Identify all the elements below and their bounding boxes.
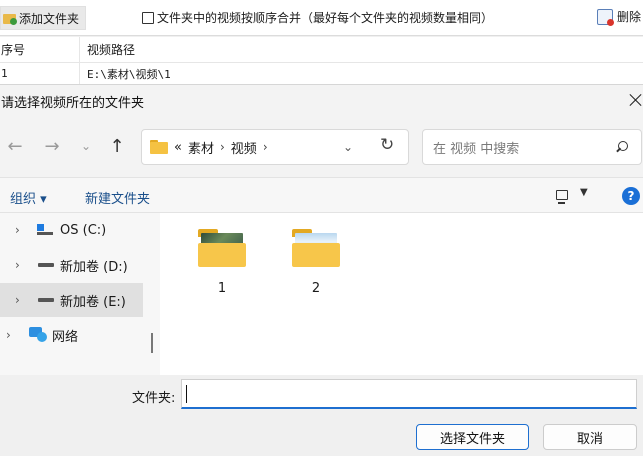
tree-item-label: 新加卷 (D:) <box>60 259 128 275</box>
folder-add-icon <box>3 11 17 25</box>
add-folder-label: 添加文件夹 <box>19 11 80 26</box>
breadcrumb-segment-2[interactable]: 视频 <box>231 138 257 157</box>
folder-name: 2 <box>311 281 321 296</box>
tree-item-drive-e[interactable]: › 新加卷 (E:) <box>0 283 143 317</box>
folder-picker-dialog: 请选择视频所在的文件夹 ← → ⌄ ↑ « 素材 › 视频 › ⌄ ↻ 在 视频… <box>0 84 643 456</box>
merge-checkbox[interactable] <box>142 11 154 24</box>
video-table: 序号 视频路径 1 E:\素材\视频\1 <box>0 37 643 84</box>
text-caret <box>186 385 187 403</box>
command-bar: 组织 ▾ 新建文件夹 ▼ ? <box>0 177 643 213</box>
merge-option[interactable]: 文件夹中的视频按顺序合并（最好每个文件夹的视频数量相同） <box>142 9 493 26</box>
recent-locations-chevron-icon[interactable]: ⌄ <box>75 135 97 157</box>
merge-checkbox-label: 文件夹中的视频按顺序合并（最好每个文件夹的视频数量相同） <box>157 11 494 25</box>
up-arrow-icon[interactable]: ↑ <box>106 135 128 157</box>
os-drive-icon <box>37 224 53 236</box>
folder-icon <box>150 140 168 154</box>
breadcrumb-overflow[interactable]: « <box>174 140 182 155</box>
navigation-pane: › OS (C:) › 新加卷 (D:) › 新加卷 (E:) › 网络 <box>0 213 160 375</box>
select-folder-button[interactable]: 选择文件夹 <box>416 424 529 450</box>
tree-item-label: 新加卷 (E:) <box>60 294 126 310</box>
folder-thumbnail-icon <box>198 229 246 267</box>
folder-item[interactable]: 2 <box>286 229 346 299</box>
table-header: 序号 视频路径 <box>0 37 643 63</box>
drive-icon <box>38 263 54 267</box>
add-folder-button[interactable]: 添加文件夹 <box>0 6 86 30</box>
search-input[interactable]: 在 视频 中搜索 <box>433 138 519 157</box>
breadcrumb-separator[interactable]: › <box>263 140 268 154</box>
expand-chevron-icon[interactable]: › <box>15 293 20 307</box>
help-icon[interactable]: ? <box>622 187 640 205</box>
view-options-caret-icon[interactable]: ▼ <box>580 187 588 198</box>
breadcrumb-segment-1[interactable]: 素材 <box>188 138 214 157</box>
tree-item-label: OS (C:) <box>60 222 107 238</box>
row-path: E:\素材\视频\1 <box>87 67 171 81</box>
delete-label: 删除 <box>617 10 642 24</box>
expand-chevron-icon[interactable]: › <box>6 328 11 342</box>
address-dropdown-chevron-icon[interactable]: ⌄ <box>343 140 353 154</box>
address-bar[interactable]: « 素材 › 视频 › <box>141 129 409 165</box>
organize-menu[interactable]: 组织 ▾ <box>10 188 47 207</box>
folder-name: 1 <box>217 281 227 296</box>
folder-content-pane: 1 2 <box>160 213 643 375</box>
expand-chevron-icon[interactable]: › <box>15 223 20 237</box>
tree-item-os-c[interactable]: › OS (C:) <box>0 213 143 247</box>
table-row[interactable]: 1 E:\素材\视频\1 <box>0 63 643 84</box>
dialog-title-bar: 请选择视频所在的文件夹 <box>0 85 643 117</box>
view-options-icon[interactable] <box>556 190 568 204</box>
tree-item-label: 网络 <box>52 329 79 345</box>
column-header-path[interactable]: 视频路径 <box>87 37 135 62</box>
column-header-index[interactable]: 序号 <box>0 37 80 62</box>
app-toolbar: 添加文件夹 文件夹中的视频按顺序合并（最好每个文件夹的视频数量相同） 删除 <box>0 0 643 36</box>
refresh-icon[interactable]: ↻ <box>380 135 394 155</box>
tree-item-drive-d[interactable]: › 新加卷 (D:) <box>0 248 143 282</box>
row-index: 1 <box>0 63 80 84</box>
delete-button[interactable]: 删除 <box>597 8 642 26</box>
nav-pane-scrollbar[interactable] <box>151 333 153 353</box>
breadcrumb-separator[interactable]: › <box>220 140 225 154</box>
forward-arrow-icon[interactable]: → <box>41 135 63 157</box>
search-icon[interactable] <box>615 141 628 153</box>
network-icon <box>29 327 47 343</box>
close-icon[interactable] <box>629 93 643 107</box>
folder-item[interactable]: 1 <box>192 229 252 299</box>
tree-item-network[interactable]: › 网络 <box>0 318 143 352</box>
navigation-bar: ← → ⌄ ↑ « 素材 › 视频 › ⌄ ↻ 在 视频 中搜索 <box>0 125 643 169</box>
folder-thumbnail-icon <box>292 229 340 267</box>
drive-icon <box>38 298 54 302</box>
folder-field-label: 文件夹: <box>132 391 176 406</box>
delete-icon <box>597 8 614 26</box>
back-arrow-icon[interactable]: ← <box>4 135 26 157</box>
cancel-button[interactable]: 取消 <box>543 424 637 450</box>
dialog-title: 请选择视频所在的文件夹 <box>1 95 145 111</box>
search-box[interactable]: 在 视频 中搜索 <box>422 129 642 165</box>
expand-chevron-icon[interactable]: › <box>15 258 20 272</box>
folder-field[interactable] <box>181 379 637 409</box>
new-folder-button[interactable]: 新建文件夹 <box>85 188 150 207</box>
dialog-footer: 文件夹: 选择文件夹 取消 <box>0 375 643 456</box>
